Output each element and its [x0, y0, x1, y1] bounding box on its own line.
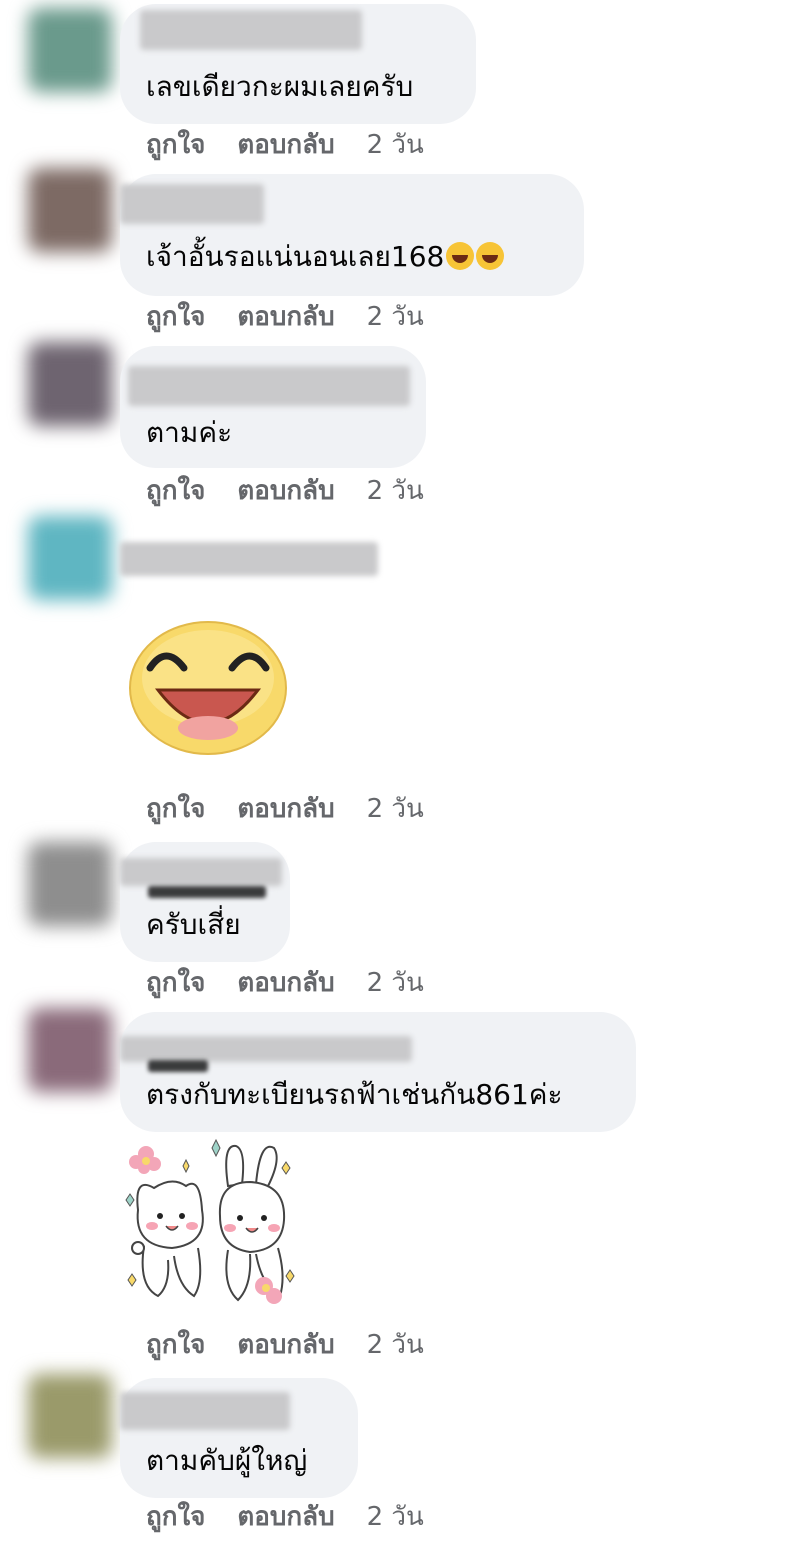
comment-text: ตามคับผู้ใหญ่ [146, 1444, 308, 1477]
comment-text: ตรงกับทะเบียนรถฟ้าเช่นกัน861ค่ะ [146, 1078, 563, 1111]
comment-bubble: เจ้าอั้นรอแน่นอนเลย168 [120, 174, 584, 296]
commenter-avatar[interactable] [28, 1374, 112, 1458]
comment-timestamp[interactable]: 2 วัน [367, 130, 424, 160]
reply-link[interactable]: ตอบกลับ [237, 968, 334, 998]
commenter-avatar[interactable] [28, 342, 112, 426]
commenter-name-blurred[interactable] [128, 366, 410, 406]
like-link[interactable]: ถูกใจ [146, 302, 205, 332]
like-link[interactable]: ถูกใจ [146, 968, 205, 998]
commenter-name-blurred[interactable] [120, 1392, 290, 1430]
comment-text-content: เจ้าอั้นรอแน่นอนเลย168 [146, 240, 445, 273]
reply-link[interactable]: ตอบกลับ [237, 476, 334, 506]
grinning-sweat-emoji-icon [446, 242, 475, 270]
comment-text: ตามค่ะ [146, 416, 233, 449]
comment-bubble: เลขเดียวกะผมเลยครับ [120, 4, 476, 124]
comment-actions: ถูกใจ ตอบกลับ 2 วัน [146, 476, 424, 506]
comment-timestamp[interactable]: 2 วัน [367, 1330, 424, 1360]
like-link[interactable]: ถูกใจ [146, 1502, 205, 1532]
comment-text: ครับเสี่ย [146, 908, 241, 941]
commenter-name-blurred[interactable] [120, 184, 264, 224]
laughing-face-sticker [129, 621, 287, 755]
commenter-name-underline [148, 886, 266, 898]
reply-link[interactable]: ตอบกลับ [237, 130, 334, 160]
comment-actions: ถูกใจ ตอบกลับ 2 วัน [146, 794, 424, 824]
comment-actions: ถูกใจ ตอบกลับ 2 วัน [146, 130, 424, 160]
cat-bunny-sticker [125, 1138, 295, 1304]
commenter-name-blurred[interactable] [120, 858, 282, 886]
comment-timestamp[interactable]: 2 วัน [367, 794, 424, 824]
commenter-avatar[interactable] [28, 8, 112, 92]
comment-timestamp[interactable]: 2 วัน [367, 968, 424, 998]
commenter-avatar[interactable] [28, 168, 112, 252]
commenter-name-blurred[interactable] [120, 1036, 412, 1062]
commenter-name-blurred[interactable] [140, 10, 362, 50]
comment-timestamp[interactable]: 2 วัน [367, 302, 424, 332]
comment-text: เจ้าอั้นรอแน่นอนเลย168 [146, 240, 505, 274]
comment-bubble: ครับเสี่ย [120, 842, 290, 962]
comment-timestamp[interactable]: 2 วัน [367, 1502, 424, 1532]
like-link[interactable]: ถูกใจ [146, 1330, 205, 1360]
like-link[interactable]: ถูกใจ [146, 476, 205, 506]
like-link[interactable]: ถูกใจ [146, 130, 205, 160]
commenter-avatar[interactable] [28, 516, 112, 600]
reply-link[interactable]: ตอบกลับ [237, 302, 334, 332]
comment-bubble: ตามค่ะ [120, 346, 426, 468]
comment-bubble: ตรงกับทะเบียนรถฟ้าเช่นกัน861ค่ะ [120, 1012, 636, 1132]
like-link[interactable]: ถูกใจ [146, 794, 205, 824]
comment-actions: ถูกใจ ตอบกลับ 2 วัน [146, 1502, 424, 1532]
comment-actions: ถูกใจ ตอบกลับ 2 วัน [146, 302, 424, 332]
reply-link[interactable]: ตอบกลับ [237, 1502, 334, 1532]
reply-link[interactable]: ตอบกลับ [237, 794, 334, 824]
tears-of-joy-emoji-icon [476, 242, 505, 270]
reply-link[interactable]: ตอบกลับ [237, 1330, 334, 1360]
commenter-name-underline [148, 1060, 208, 1072]
comment-text: เลขเดียวกะผมเลยครับ [146, 70, 414, 103]
comment-actions: ถูกใจ ตอบกลับ 2 วัน [146, 968, 424, 998]
comment-actions: ถูกใจ ตอบกลับ 2 วัน [146, 1330, 424, 1360]
commenter-avatar[interactable] [28, 842, 112, 926]
commenter-avatar[interactable] [28, 1008, 112, 1092]
comment-bubble: ตามคับผู้ใหญ่ [120, 1378, 358, 1498]
commenter-name-blurred[interactable] [120, 542, 378, 576]
comment-timestamp[interactable]: 2 วัน [367, 476, 424, 506]
